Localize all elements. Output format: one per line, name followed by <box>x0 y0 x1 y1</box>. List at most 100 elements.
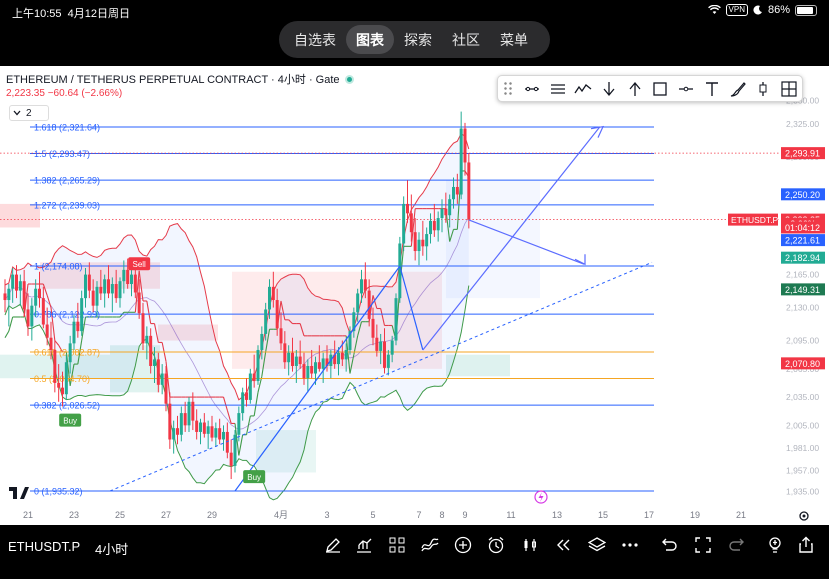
layers-button[interactable] <box>586 534 608 556</box>
tab-0[interactable]: 自选表 <box>284 25 346 54</box>
candle-body <box>287 352 291 363</box>
undo-icon <box>662 538 677 551</box>
more-dots-button[interactable] <box>619 534 641 556</box>
date-tick-label: 3 <box>324 510 329 520</box>
price-tick-label: 2,095.00 <box>786 336 819 346</box>
fib-level-label: 1 (2,174.08) <box>34 262 83 272</box>
price-tick-label: 2,005.00 <box>786 420 819 430</box>
candle-body <box>72 321 76 344</box>
toolbar-drag-handle[interactable] <box>503 80 513 97</box>
date-tick-label: 21 <box>736 510 746 520</box>
fullscreen-icon <box>695 537 711 553</box>
undo-button[interactable] <box>658 534 680 556</box>
candle-body <box>64 362 68 395</box>
redo-button[interactable] <box>726 534 748 556</box>
alarm-clock-button[interactable] <box>485 534 507 556</box>
arrow-up-tool[interactable] <box>622 76 648 102</box>
candle-body <box>406 203 409 214</box>
candle-body <box>22 281 26 310</box>
candle-body <box>179 413 183 435</box>
parallel-channel-tool[interactable] <box>545 76 571 102</box>
candle-body <box>130 274 133 285</box>
add-circle-button[interactable] <box>452 534 474 556</box>
candle-body <box>394 298 398 341</box>
signal-label: Buy <box>63 417 77 426</box>
share-button[interactable] <box>795 534 817 556</box>
crosshair-grid-tool[interactable] <box>776 76 802 102</box>
candle-body <box>172 428 176 440</box>
drawing-toolbar <box>497 75 803 102</box>
date-tick-label: 9 <box>462 510 467 520</box>
bottom-symbol[interactable]: ETHUSDT.P <box>8 539 80 554</box>
candle-body <box>233 434 237 466</box>
candle-body <box>141 313 145 344</box>
tab-3[interactable]: 社区 <box>442 25 490 54</box>
path-icon <box>574 83 592 93</box>
candle-body <box>448 199 452 216</box>
pencil-button[interactable] <box>322 534 344 556</box>
candle-body <box>149 335 153 366</box>
candle-body <box>99 286 103 294</box>
rectangle-icon <box>653 81 668 96</box>
candle-body <box>337 352 340 365</box>
lightbulb-icon <box>769 537 781 553</box>
trend-line-tool[interactable] <box>519 76 545 102</box>
candle-body <box>375 337 379 351</box>
fullscreen-button[interactable] <box>692 534 714 556</box>
tab-2[interactable]: 探索 <box>394 25 442 54</box>
text-tool[interactable] <box>699 76 725 102</box>
candle-body <box>210 426 214 438</box>
grid-layout-button[interactable] <box>386 534 408 556</box>
arrow-down-tool[interactable] <box>596 76 622 102</box>
candle-body <box>68 343 72 363</box>
rewind-button[interactable] <box>552 534 574 556</box>
candle-body <box>199 422 202 432</box>
parallel-channel-icon <box>550 83 565 94</box>
date-tick-label: 15 <box>598 510 608 520</box>
candle-body <box>317 362 321 369</box>
candle-body <box>214 428 218 438</box>
candle-body <box>248 373 252 400</box>
candle-body <box>432 220 436 231</box>
indicators-button[interactable] <box>419 534 441 556</box>
candle-body <box>195 420 199 432</box>
candle-body <box>206 426 210 434</box>
chart-canvas[interactable]: 1.618 (2,321.64) 1.5 (2,293.47) 1.382 (2,2… <box>0 66 829 525</box>
candle-body <box>3 293 7 301</box>
price-axis-bg <box>780 66 829 525</box>
supertrend-segment <box>4 330 10 338</box>
horizontal-ray-tool[interactable] <box>673 76 699 102</box>
layers-icon <box>588 537 606 552</box>
path-tool[interactable] <box>570 76 596 102</box>
tab-4[interactable]: 菜单 <box>490 25 538 54</box>
price-axis-badge-text: 2,182.94 <box>785 253 820 263</box>
tab-1[interactable]: 图表 <box>346 25 394 54</box>
price-tick-label: 1,957.00 <box>786 466 819 476</box>
wifi-icon <box>707 5 721 14</box>
candle-body <box>429 220 432 235</box>
candle-body <box>53 349 57 383</box>
price-tick-label: 2,035.00 <box>786 392 819 402</box>
bottom-interval[interactable]: 4小时 <box>95 539 128 558</box>
candle-body <box>463 128 467 163</box>
bar-replay-button[interactable] <box>519 534 541 556</box>
chart-type-button[interactable] <box>353 534 375 556</box>
candle-body <box>467 162 471 220</box>
brush-tool[interactable] <box>725 76 751 102</box>
fib-level-label: 0 (1,935.32) <box>34 487 83 497</box>
candle-body <box>11 274 15 289</box>
candle-body <box>356 293 360 313</box>
arrow-down-icon <box>603 81 615 96</box>
indicator-toggle[interactable]: 2 <box>9 105 49 121</box>
long-position-tool[interactable] <box>751 76 777 102</box>
symbol-title[interactable]: ETHEREUM / TETHERUS PERPETUAL CONTRACT ·… <box>6 71 354 87</box>
candle-body <box>126 269 130 285</box>
lightbulb-button[interactable] <box>764 534 786 556</box>
candle-body <box>360 279 363 294</box>
price-axis-badge-text: 2,221.61 <box>785 236 820 246</box>
candle-body <box>367 290 371 319</box>
candle-body <box>452 186 455 200</box>
candle-body <box>383 341 386 368</box>
rectangle-tool[interactable] <box>648 76 674 102</box>
chart-panel[interactable]: 1.618 (2,321.64) 1.5 (2,293.47) 1.382 (2,2… <box>0 66 829 525</box>
